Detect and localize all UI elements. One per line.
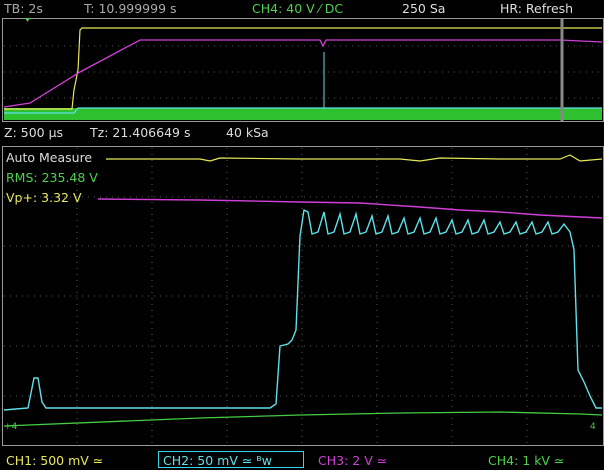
ch3-setting[interactable]: CH3: 2 V ≃ xyxy=(318,453,387,468)
main-grid xyxy=(4,148,602,444)
ch2-selected-highlight xyxy=(158,451,304,468)
ch4-level-marker-icon[interactable]: +4 xyxy=(4,422,18,432)
ch4-right-marker-icon: 4 xyxy=(590,422,596,432)
ch4-setting[interactable]: CH4: 1 kV ≃ xyxy=(488,453,564,468)
main-ch1-trace xyxy=(106,154,603,162)
auto-measure-title[interactable]: Auto Measure xyxy=(6,150,92,165)
main-traces: +4 4 xyxy=(3,148,603,444)
main-ch3-trace xyxy=(97,198,603,219)
vp-measurement: Vp+: 3.32 V xyxy=(6,190,82,205)
main-ch2-trace xyxy=(3,208,602,411)
main-ch4-trace xyxy=(3,411,603,427)
rms-measurement: RMS: 235.48 V xyxy=(6,170,98,185)
ch1-setting[interactable]: CH1: 500 mV ≃ xyxy=(6,453,103,468)
